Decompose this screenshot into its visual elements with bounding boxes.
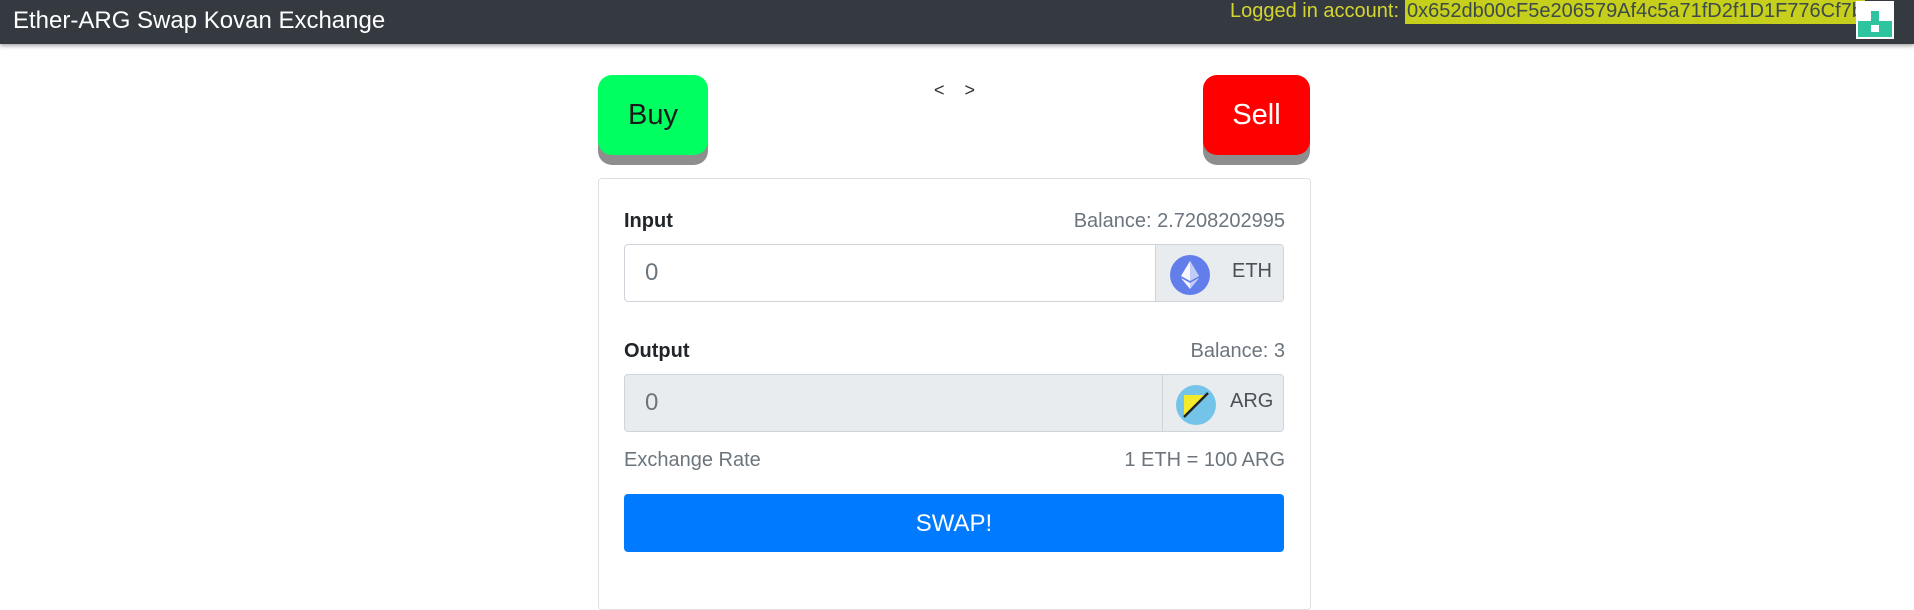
output-token-symbol: ARG [1230,390,1274,412]
account-address: 0x652db00cF5e206579Af4c5a71fD2f1D1F776Cf… [1405,0,1865,24]
exchange-rate-value: 1 ETH = 100 ARG [1124,449,1285,471]
swap-card: Input Balance: 2.7208202995 ETH Output B… [598,178,1311,610]
buy-button[interactable]: Buy [598,75,708,155]
account-label: Logged in account: [1230,0,1400,22]
input-token-symbol: ETH [1232,260,1272,282]
navbar: Ether-ARG Swap Kovan Exchange Logged in … [0,0,1914,44]
sell-button[interactable]: Sell [1203,75,1310,155]
app-title[interactable]: Ether-ARG Swap Kovan Exchange [13,7,385,35]
ethereum-icon [1170,255,1210,295]
next-arrow[interactable]: > [965,80,976,100]
prev-arrow[interactable]: < [934,80,945,100]
input-token-addon: ETH [1155,245,1283,301]
output-label: Output [624,340,690,362]
input-balance: Balance: 2.7208202995 [1073,210,1285,232]
output-group: ARG [624,374,1284,432]
input-group: ETH [624,244,1284,302]
identicon-avatar [1856,1,1894,39]
arg-token-icon [1176,385,1216,425]
input-label: Input [624,210,673,232]
output-amount-field [625,375,1163,431]
input-amount-field[interactable] [625,245,1155,301]
swap-button[interactable]: SWAP! [624,494,1284,552]
exchange-rate-label: Exchange Rate [624,449,761,471]
output-balance: Balance: 3 [1190,340,1285,362]
output-token-addon: ARG [1162,375,1283,431]
carousel-arrows: < > [934,80,990,101]
